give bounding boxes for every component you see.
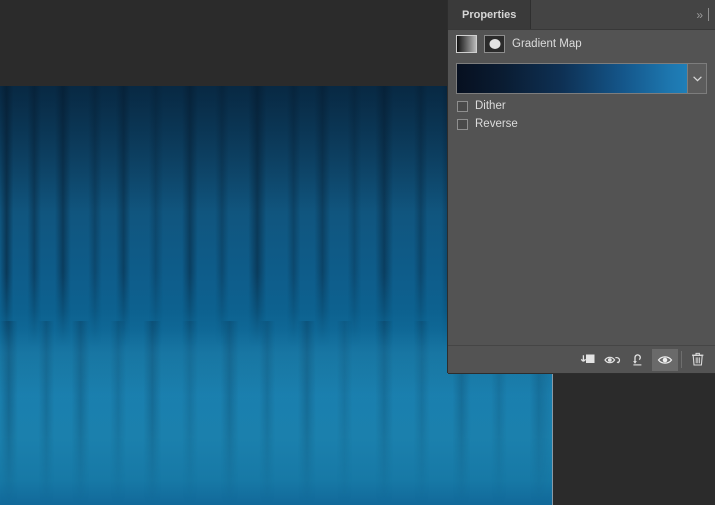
adjustment-header: Gradient Map xyxy=(448,30,715,58)
panel-divider xyxy=(708,8,709,21)
reset-arrow-icon xyxy=(631,352,647,367)
chevron-down-icon xyxy=(693,76,702,82)
panel-footer-toolbar xyxy=(448,345,715,373)
delete-adjustment-layer-button[interactable] xyxy=(685,349,711,371)
dither-checkbox-box[interactable] xyxy=(457,101,468,112)
tab-properties[interactable]: Properties xyxy=(448,0,531,29)
eye-previous-state-icon xyxy=(604,353,622,367)
double-chevron-right-icon[interactable]: » xyxy=(696,9,701,21)
properties-panel: Properties » Gradient Map xyxy=(447,0,715,373)
eye-icon xyxy=(657,354,674,366)
dither-checkbox[interactable]: Dither xyxy=(457,100,715,112)
tab-bar-spacer xyxy=(531,0,696,29)
application-window: Properties » Gradient Map xyxy=(0,0,715,505)
panel-tab-controls: » xyxy=(696,0,715,29)
view-previous-state-button[interactable] xyxy=(600,349,626,371)
gradient-layer-thumbnail-icon[interactable] xyxy=(456,35,477,53)
panel-body: Gradient Map Dither Reverse xyxy=(448,30,715,130)
gradient-preview[interactable] xyxy=(456,63,687,94)
reverse-checkbox-label: Reverse xyxy=(475,118,518,130)
layer-mask-thumbnail-icon[interactable] xyxy=(484,35,505,53)
panel-bottom-edge xyxy=(448,373,715,374)
adjustment-title: Gradient Map xyxy=(512,38,582,50)
trash-icon xyxy=(691,352,705,367)
toggle-layer-visibility-button[interactable] xyxy=(652,349,678,371)
dither-checkbox-label: Dither xyxy=(475,100,506,112)
footer-separator xyxy=(681,351,682,368)
panel-tab-bar: Properties » xyxy=(448,0,715,30)
gradient-editor-row xyxy=(456,63,707,94)
tab-properties-label: Properties xyxy=(462,9,516,21)
reverse-checkbox-box[interactable] xyxy=(457,119,468,130)
reverse-checkbox[interactable]: Reverse xyxy=(457,118,715,130)
gradient-presets-dropdown-button[interactable] xyxy=(687,63,707,94)
clip-to-layer-button[interactable] xyxy=(574,349,600,371)
clip-to-layer-icon xyxy=(579,352,596,367)
reset-adjustment-button[interactable] xyxy=(626,349,652,371)
